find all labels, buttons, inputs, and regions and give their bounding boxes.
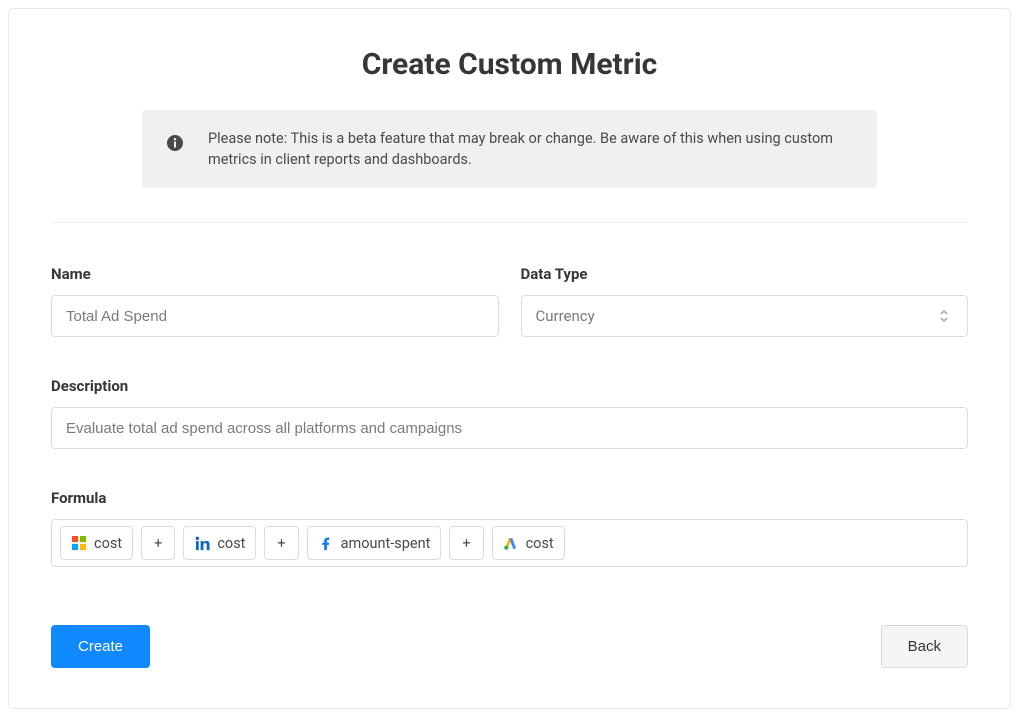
page-title: Create Custom Metric — [51, 47, 968, 82]
formula-token-plus[interactable]: + — [141, 526, 175, 560]
description-label: Description — [51, 377, 968, 395]
token-label: cost — [94, 535, 122, 552]
data-type-value: Currency — [536, 307, 595, 325]
formula-token-facebook-amount-spent[interactable]: amount-spent — [307, 526, 442, 560]
divider — [51, 222, 968, 223]
token-label: amount-spent — [341, 535, 431, 552]
formula-input[interactable]: cost + cost + amount-spent + — [51, 519, 968, 567]
create-button[interactable]: Create — [51, 625, 150, 668]
formula-token-plus[interactable]: + — [449, 526, 483, 560]
name-label: Name — [51, 265, 499, 283]
microsoft-icon — [71, 535, 87, 551]
formula-token-plus[interactable]: + — [264, 526, 298, 560]
updown-icon — [939, 309, 953, 323]
token-label: cost — [217, 535, 245, 552]
facebook-icon — [318, 535, 334, 551]
data-type-label: Data Type — [521, 265, 969, 283]
name-field-group: Name — [51, 265, 499, 337]
create-metric-card: Create Custom Metric Please note: This i… — [8, 8, 1011, 709]
token-label: cost — [526, 535, 554, 552]
actions-row: Create Back — [51, 625, 968, 668]
info-icon — [166, 134, 184, 152]
formula-label: Formula — [51, 489, 968, 507]
notice-text: Please note: This is a beta feature that… — [208, 128, 853, 170]
formula-token-microsoft-cost[interactable]: cost — [60, 526, 133, 560]
back-button[interactable]: Back — [881, 625, 968, 668]
name-input[interactable] — [51, 295, 499, 337]
beta-notice: Please note: This is a beta feature that… — [142, 110, 877, 188]
data-type-field-group: Data Type Currency — [521, 265, 969, 337]
formula-token-linkedin-cost[interactable]: cost — [183, 526, 256, 560]
description-field-group: Description — [51, 377, 968, 449]
google-ads-icon — [503, 535, 519, 551]
formula-token-google-ads-cost[interactable]: cost — [492, 526, 565, 560]
data-type-select[interactable]: Currency — [521, 295, 969, 337]
description-input[interactable] — [51, 407, 968, 449]
linkedin-icon — [194, 535, 210, 551]
formula-field-group: Formula cost + cost + amount-spe — [51, 489, 968, 567]
row-name-datatype: Name Data Type Currency — [51, 265, 968, 337]
